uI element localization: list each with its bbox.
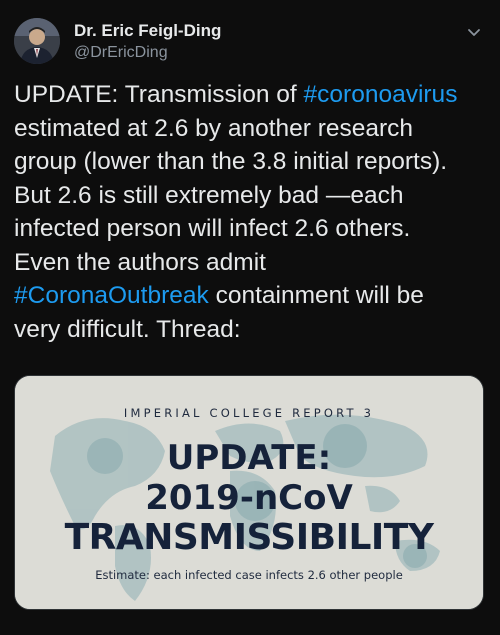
tweet-text-line: #CoronaOutbreak containment will be xyxy=(14,279,490,313)
media-card[interactable]: IMPERIAL COLLEGE REPORT 3 UPDATE: 2019-n… xyxy=(14,375,484,610)
media-headline: UPDATE: 2019-nCoV TRANSMISSIBILITY xyxy=(15,438,483,558)
handle[interactable]: @DrEricDing xyxy=(74,44,168,62)
hashtag-link[interactable]: #coronoavirus xyxy=(304,81,458,108)
chevron-down-icon[interactable] xyxy=(466,24,482,40)
tweet-text-segment: containment will be xyxy=(208,282,424,309)
hashtag-link[interactable]: #CoronaOutbreak xyxy=(14,282,209,309)
tweet-text-segment: But 2.6 is still extremely bad —each xyxy=(14,181,404,209)
tweet-text-segment: Even the authors admit xyxy=(14,248,266,276)
media-caption: Estimate: each infected case infects 2.6… xyxy=(95,568,403,582)
tweet-text-segment: UPDATE: Transmission of xyxy=(14,81,304,108)
tweet-text-line: group (lower than the 3.8 initial report… xyxy=(14,145,490,179)
tweet-text-segment: infected person will infect 2.6 others. xyxy=(14,215,411,242)
tweet-text-line: very difficult. Thread: xyxy=(14,313,490,347)
avatar[interactable] xyxy=(14,18,60,64)
media-headline-line: UPDATE: xyxy=(166,438,332,478)
media-headline-line: 2019-nCoV xyxy=(145,478,353,518)
tweet-text-line: Even the authors admit xyxy=(14,246,490,280)
tweet-text-line: But 2.6 is still extremely bad —each xyxy=(14,179,490,213)
tweet-text: UPDATE: Transmission of #coronoavirus est… xyxy=(14,78,490,346)
tweet-text-segment: estimated at 2.6 by another research xyxy=(14,114,414,142)
tweet-text-segment: very difficult. Thread: xyxy=(14,315,241,343)
tweet-text-line: estimated at 2.6 by another research xyxy=(14,112,490,146)
tweet-text-line: infected person will infect 2.6 others. xyxy=(14,212,490,246)
profile-photo xyxy=(14,18,60,64)
tweet-text-line: UPDATE: Transmission of #coronoavirus xyxy=(14,78,490,112)
tweet: Dr. Eric Feigl-Ding @DrEricDing UPDATE: … xyxy=(0,0,500,635)
media-headline-line: TRANSMISSIBILITY xyxy=(64,517,434,558)
display-name[interactable]: Dr. Eric Feigl-Ding xyxy=(74,21,221,41)
media-report-label: IMPERIAL COLLEGE REPORT 3 xyxy=(123,406,375,420)
tweet-text-segment: group (lower than the 3.8 initial report… xyxy=(14,148,448,175)
